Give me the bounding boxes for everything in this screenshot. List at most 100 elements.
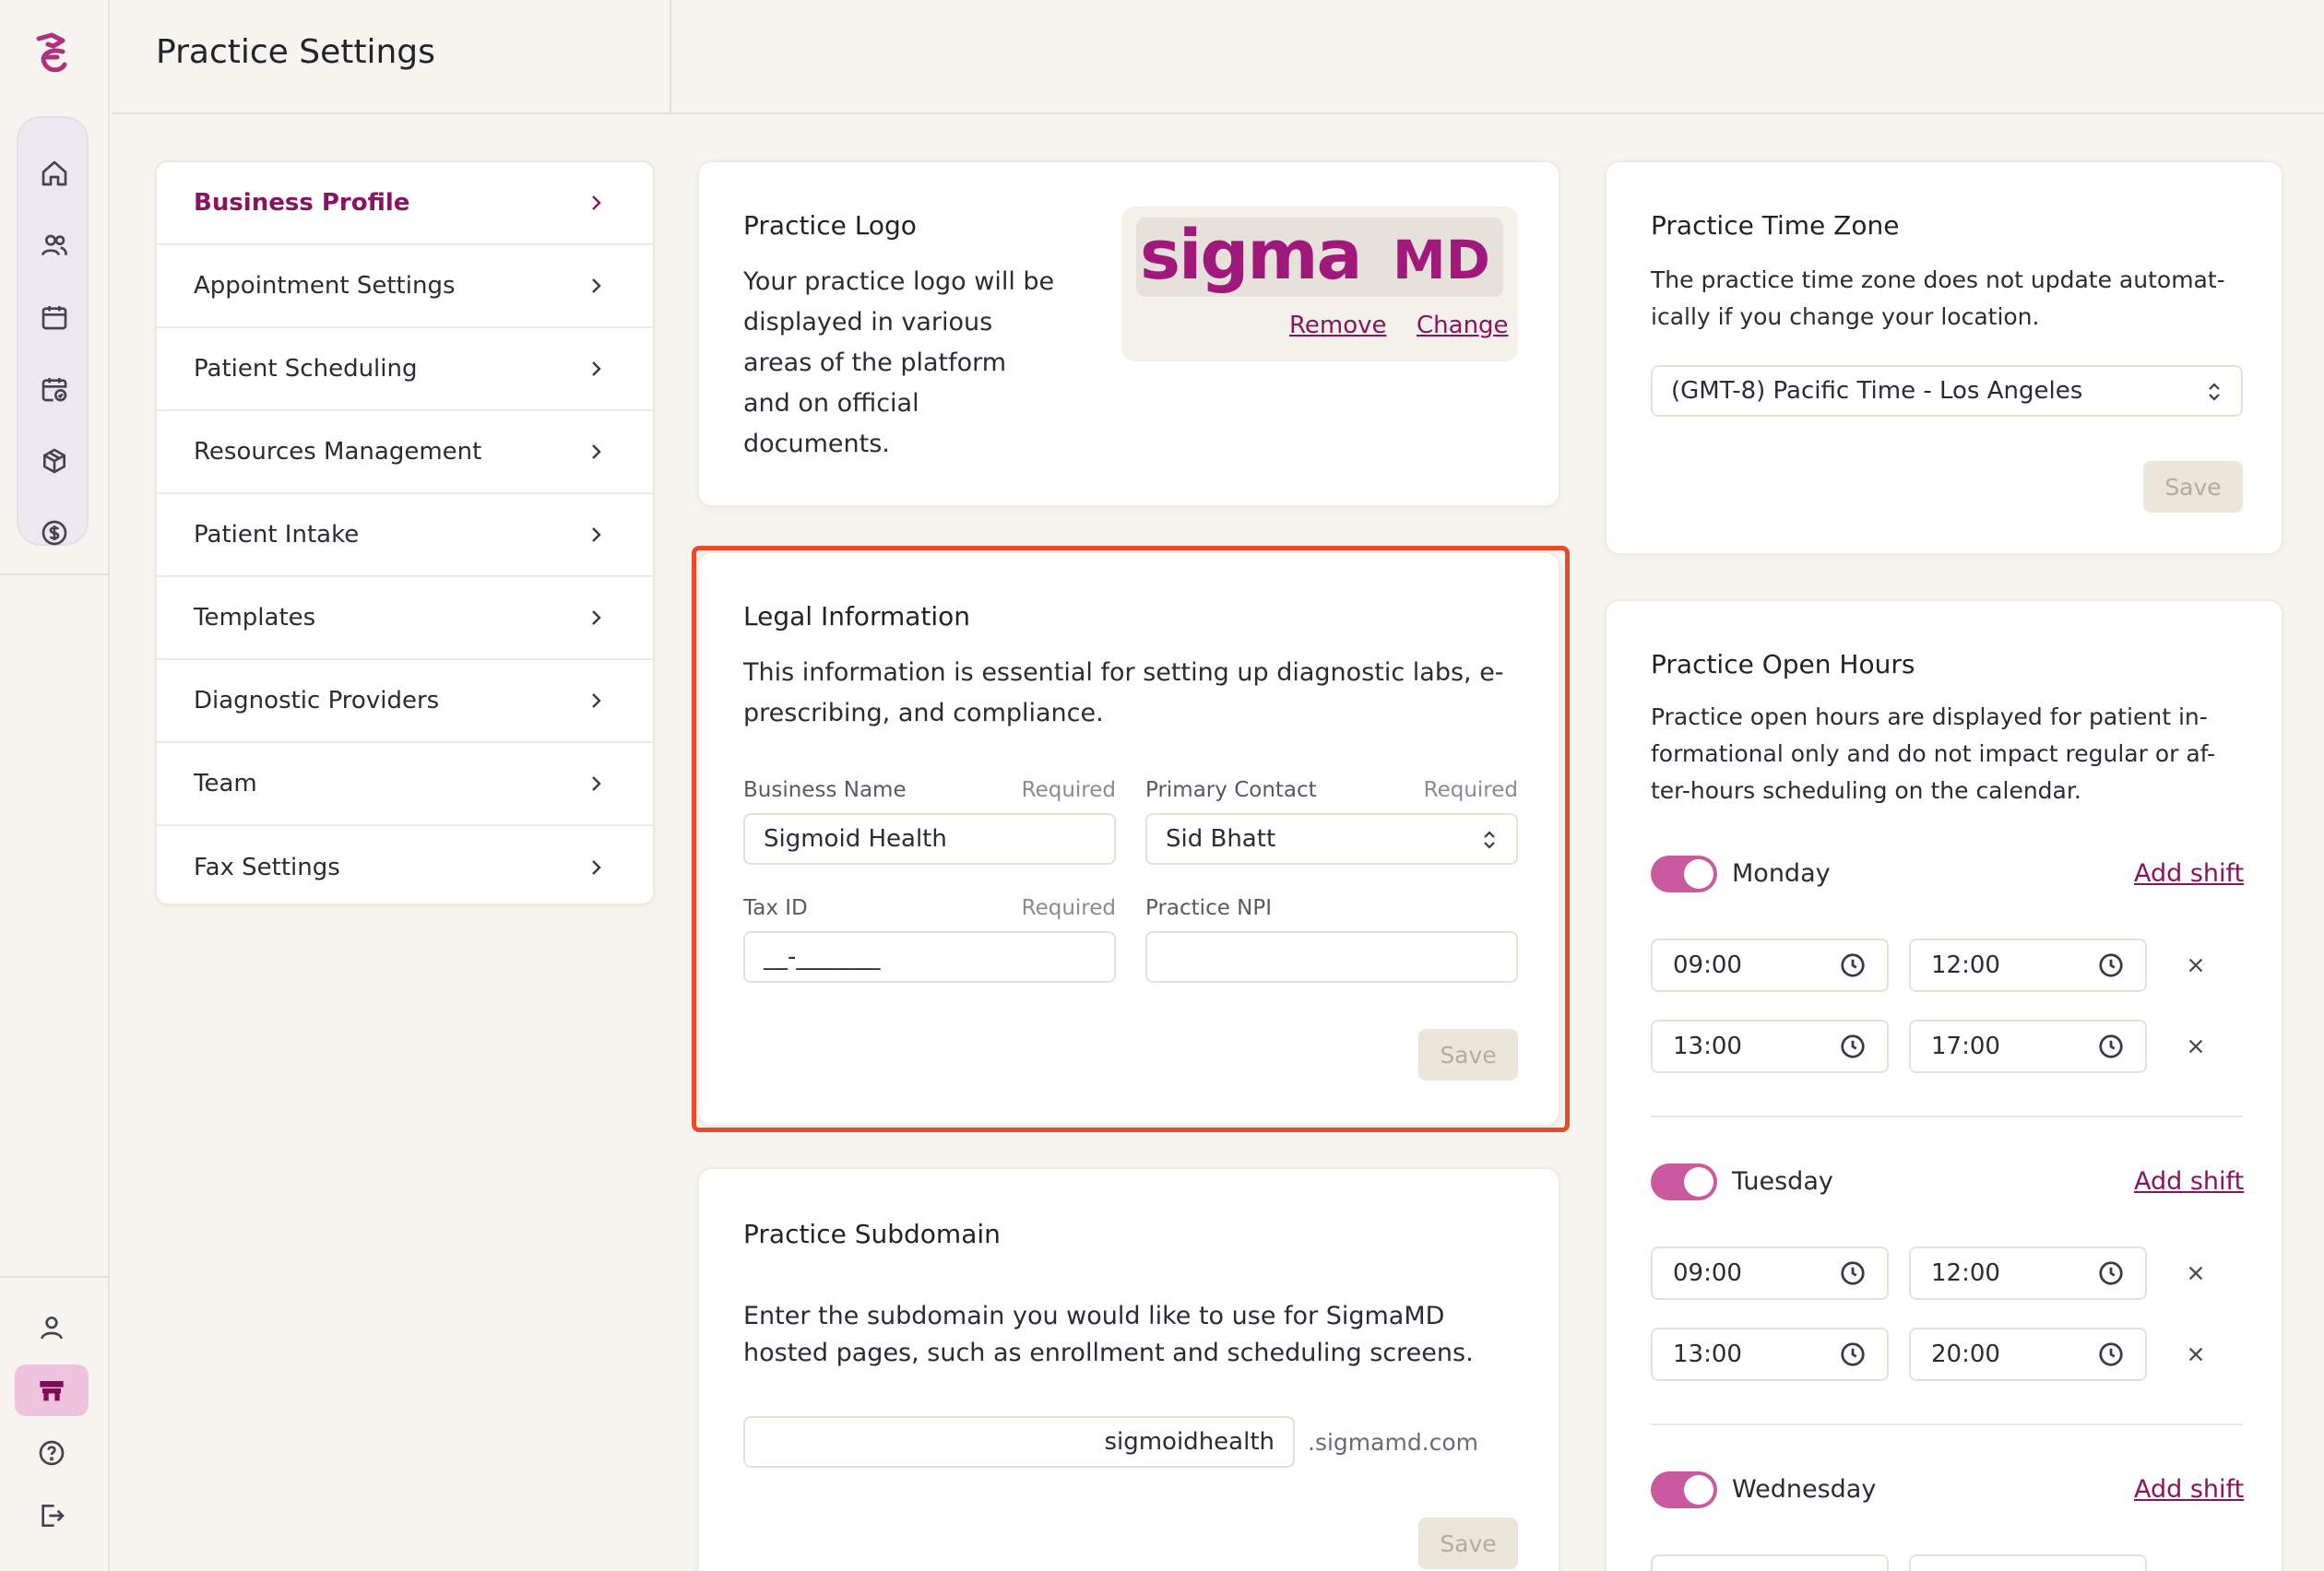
legal-save-button[interactable]: Save [1418,1029,1518,1081]
rail-divider [0,573,110,575]
nav-item-appointment-settings[interactable]: Appointment Settings [157,245,653,328]
wednesday-toggle[interactable] [1651,1471,1717,1508]
card-description: This information is essential for settin… [743,658,1504,727]
required-tag: Required [1021,778,1116,802]
remove-shift-close-icon[interactable] [2182,1033,2210,1060]
chevron-right-icon [592,527,601,542]
time-value: 09:00 [1673,1259,1742,1287]
card-description: Practice open hours are displayed for pa… [1651,703,2216,804]
time-value: 09:00 [1673,951,1742,979]
wednesday-shift-1-start[interactable] [1651,1554,1889,1571]
card-title: Practice Logo [743,210,917,241]
monday-add-shift-link[interactable]: Add shift [2134,859,2244,888]
card-title: Practice Time Zone [1651,210,1900,241]
nav-item-label: Business Profile [194,189,410,217]
time-value: 12:00 [1931,1259,2000,1287]
time-value: 12:00 [1931,951,2000,979]
required-tag: Required [1021,896,1116,920]
page-title: Practice Settings [156,33,435,71]
top-bar: Practice Settings [112,0,2324,114]
monday-shift-2-end[interactable]: 17:00 [1909,1020,2147,1073]
change-logo-link[interactable]: Change [1417,312,1509,339]
nav-item-fax-settings[interactable]: Fax Settings [157,826,653,909]
card-description: Your practice logo will be displayed in … [743,267,1055,458]
nav-item-label: Team [194,770,257,797]
monday-shift-2-start[interactable]: 13:00 [1651,1020,1889,1073]
nav-item-label: Templates [194,604,316,632]
rail-divider [0,1276,110,1278]
subdomain-input[interactable]: sigmoidhealth [743,1416,1295,1468]
required-tag: Required [1423,778,1518,802]
calendar-check-icon[interactable] [18,363,90,415]
billing-dollar-icon[interactable] [18,507,90,559]
clock-icon [2099,1034,2123,1058]
wednesday-shift-1-end[interactable] [1909,1554,2147,1571]
practice-npi-input[interactable] [1145,931,1518,983]
nav-item-resources-management[interactable]: Resources Management [157,411,653,494]
tuesday-shift-1-start[interactable]: 09:00 [1651,1246,1889,1300]
nav-item-label: Patient Intake [194,521,360,549]
remove-logo-link[interactable]: Remove [1289,312,1387,339]
timezone-select[interactable]: (GMT-8) Pacific Time - Los Angeles [1651,365,2243,417]
practice-storefront-icon[interactable] [15,1364,89,1416]
monday-shift-1-end[interactable]: 12:00 [1909,939,2147,992]
business-name-label: Business Name [743,778,907,802]
subdomain-save-button[interactable]: Save [1418,1518,1518,1569]
clock-icon [2099,953,2123,977]
timezone-save-button[interactable]: Save [2143,461,2243,513]
time-value: 13:00 [1673,1033,1742,1060]
patients-icon[interactable] [18,219,90,271]
nav-item-label: Appointment Settings [194,272,456,300]
chevron-right-icon [592,860,601,875]
user-profile-icon[interactable] [15,1302,89,1353]
header-divider [670,0,671,114]
remove-shift-close-icon[interactable] [2182,951,2210,979]
settings-nav: Business Profile Appointment Settings Pa… [155,160,655,905]
remove-shift-close-icon[interactable] [2182,1341,2210,1368]
package-icon[interactable] [18,435,90,487]
practice-subdomain-card: Practice Subdomain Enter the subdomain y… [697,1167,1560,1571]
calendar-icon[interactable] [18,291,90,343]
nav-item-patient-intake[interactable]: Patient Intake [157,494,653,577]
left-rail [0,0,110,1571]
brand-logo-icon[interactable] [30,31,74,79]
chevron-right-icon [592,776,601,791]
select-arrows-icon [2204,380,2224,404]
practice-time-zone-card: Practice Time Zone The practice time zon… [1605,160,2283,555]
monday-toggle[interactable] [1651,856,1717,892]
nav-item-team[interactable]: Team [157,743,653,826]
tax-id-label: Tax ID [743,896,808,920]
chevron-right-icon [592,444,601,459]
tuesday-shift-2-start[interactable]: 13:00 [1651,1328,1889,1381]
business-name-input[interactable]: Sigmoid Health [743,813,1116,865]
nav-item-diagnostic-providers[interactable]: Diagnostic Providers [157,660,653,743]
monday-shift-1-start[interactable]: 09:00 [1651,939,1889,992]
time-value: 13:00 [1673,1341,1742,1368]
card-title: Practice Open Hours [1651,649,1915,679]
day-divider [1651,1423,2243,1425]
nav-item-business-profile[interactable]: Business Profile [157,162,653,245]
help-icon[interactable] [15,1427,89,1479]
timezone-value: (GMT-8) Pacific Time - Los Angeles [1671,377,2083,405]
nav-item-label: Resources Management [194,438,482,466]
svg-text:sigma: sigma [1140,218,1360,295]
rail-nav-group [17,116,89,546]
chevron-right-icon [592,361,601,376]
remove-shift-close-icon[interactable] [2182,1259,2210,1287]
logout-icon[interactable] [15,1490,89,1541]
tuesday-toggle[interactable] [1651,1163,1717,1200]
primary-contact-select[interactable]: Sid Bhatt [1145,813,1518,865]
practice-open-hours-card: Practice Open Hours Practice open hours … [1605,599,2283,1571]
wednesday-add-shift-link[interactable]: Add shift [2134,1475,2244,1504]
nav-item-label: Fax Settings [194,854,340,881]
chevron-right-icon [592,195,601,210]
home-icon[interactable] [18,148,90,199]
tax-id-input[interactable]: __-_______ [743,931,1116,983]
nav-item-templates[interactable]: Templates [157,577,653,660]
tuesday-shift-1-end[interactable]: 12:00 [1909,1246,2147,1300]
tuesday-add-shift-link[interactable]: Add shift [2134,1167,2244,1196]
tuesday-shift-2-end[interactable]: 20:00 [1909,1328,2147,1381]
subdomain-suffix: .sigmamd.com [1308,1429,1479,1456]
nav-item-patient-scheduling[interactable]: Patient Scheduling [157,328,653,411]
chevron-right-icon [592,278,601,293]
